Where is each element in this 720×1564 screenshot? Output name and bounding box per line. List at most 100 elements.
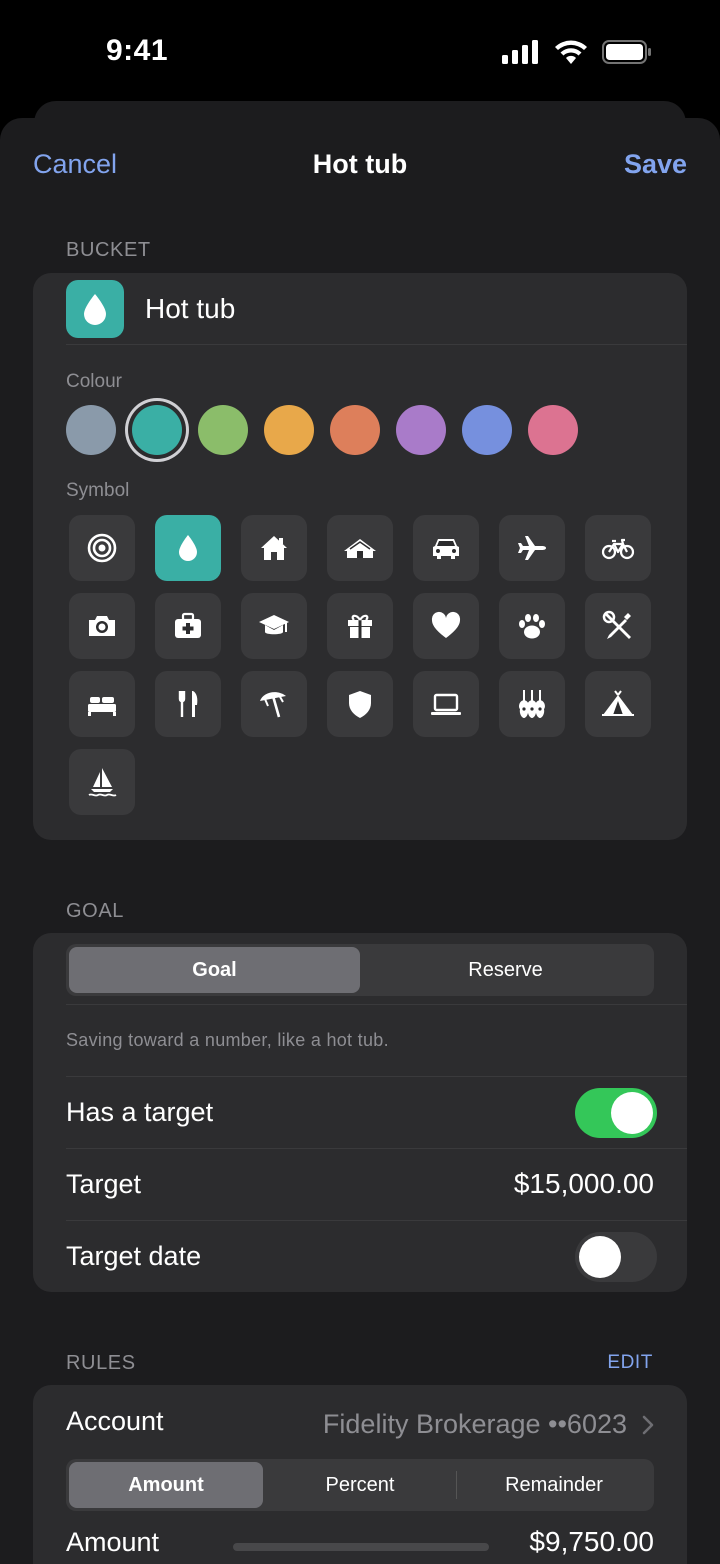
toggle-knob: [611, 1092, 653, 1134]
target-amount[interactable]: $15,000.00: [514, 1168, 654, 1200]
sailboat-icon: [88, 768, 117, 797]
rules-section-label: RULES: [66, 1352, 136, 1374]
segment-separator: [456, 1471, 457, 1499]
goal-description: Saving toward a number, like a hot tub.: [66, 1030, 389, 1050]
segment-amount[interactable]: Amount: [69, 1462, 263, 1508]
colour-swatches: [66, 405, 578, 455]
symbol-shield[interactable]: [327, 671, 393, 737]
colour-swatch-2[interactable]: [132, 405, 182, 455]
tent-icon: [602, 690, 634, 716]
colour-swatch-3[interactable]: [198, 405, 248, 455]
shield-icon: [349, 691, 371, 718]
account-row[interactable]: Account Fidelity Brokerage ••6023: [33, 1385, 687, 1457]
symbol-label: Symbol: [66, 480, 130, 501]
status-time: 9:41: [106, 34, 169, 67]
segment-goal[interactable]: Goal: [69, 947, 360, 993]
account-value: Fidelity Brokerage ••6023: [322, 1409, 627, 1439]
amount-value[interactable]: $9,750.00: [529, 1526, 654, 1558]
symbol-bicycle[interactable]: [585, 515, 651, 581]
cabin-icon: [344, 539, 376, 558]
segment-reserve[interactable]: Reserve: [360, 947, 651, 993]
goal-section-label: GOAL: [66, 900, 124, 922]
status-icons: [502, 40, 652, 64]
colour-swatch-5[interactable]: [330, 405, 380, 455]
amount-slider[interactable]: [233, 1543, 489, 1551]
symbol-guitars[interactable]: [499, 671, 565, 737]
drop-icon: [179, 535, 197, 561]
account-label: Account: [66, 1406, 164, 1436]
symbol-grid: [69, 515, 669, 815]
cellular-signal-icon: [502, 40, 538, 64]
bucket-section-label: BUCKET: [66, 239, 151, 261]
divider: [66, 344, 687, 345]
save-button[interactable]: Save: [624, 149, 687, 180]
goal-card: Goal Reserve Saving toward a number, lik…: [33, 933, 687, 1292]
target-date-toggle[interactable]: [575, 1232, 657, 1282]
heart-icon: [431, 611, 461, 638]
symbol-heart[interactable]: [413, 593, 479, 659]
edit-bucket-sheet: Cancel Hot tub Save BUCKET Hot tub Colou…: [0, 118, 720, 1564]
symbol-sailboat[interactable]: [69, 749, 135, 815]
symbol-gift[interactable]: [327, 593, 393, 659]
has-target-row: Has a target: [33, 1076, 687, 1148]
symbol-laptop[interactable]: [413, 671, 479, 737]
target-date-label: Target date: [66, 1241, 202, 1271]
target-label: Target: [66, 1169, 142, 1199]
bucket-symbol-preview: [66, 280, 124, 338]
wifi-icon: [555, 40, 587, 64]
house-icon: [261, 536, 287, 560]
tools-icon: [602, 610, 631, 639]
drop-icon: [84, 294, 106, 325]
guitars-icon: [519, 690, 545, 718]
beach-umbrella-icon: [260, 692, 286, 718]
colour-swatch-8[interactable]: [528, 405, 578, 455]
target-date-row: Target date: [33, 1220, 687, 1292]
chevron-right-icon: [642, 1415, 654, 1435]
divider: [66, 1004, 687, 1005]
medkit-icon: [175, 612, 201, 638]
symbol-drop[interactable]: [155, 515, 221, 581]
colour-swatch-7[interactable]: [462, 405, 512, 455]
symbol-fork-knife[interactable]: [155, 671, 221, 737]
has-target-toggle[interactable]: [575, 1088, 657, 1138]
bucket-card: Hot tub Colour Symbol: [33, 273, 687, 840]
symbol-house[interactable]: [241, 515, 307, 581]
fork-knife-icon: [178, 691, 198, 717]
nav-bar: Cancel Hot tub Save: [0, 118, 720, 210]
rules-edit-button[interactable]: EDIT: [607, 1352, 653, 1374]
target-icon: [87, 533, 117, 563]
bucket-name-field[interactable]: Hot tub: [145, 293, 235, 325]
segment-remainder[interactable]: Remainder: [457, 1462, 651, 1508]
symbol-medkit[interactable]: [155, 593, 221, 659]
symbol-car[interactable]: [413, 515, 479, 581]
symbol-airplane[interactable]: [499, 515, 565, 581]
laptop-icon: [431, 693, 461, 715]
rules-card: Account Fidelity Brokerage ••6023 Amount…: [33, 1385, 687, 1564]
car-icon: [433, 539, 459, 559]
target-row[interactable]: Target $15,000.00: [33, 1148, 687, 1220]
symbol-camera[interactable]: [69, 593, 135, 659]
goal-type-segmented-control[interactable]: Goal Reserve: [66, 944, 654, 996]
symbol-tent[interactable]: [585, 671, 651, 737]
page-title: Hot tub: [312, 149, 408, 179]
colour-swatch-4[interactable]: [264, 405, 314, 455]
symbol-target[interactable]: [69, 515, 135, 581]
symbol-beach-umbrella[interactable]: [241, 671, 307, 737]
symbol-cabin[interactable]: [327, 515, 393, 581]
bicycle-icon: [601, 538, 635, 560]
paw-icon: [519, 614, 545, 639]
symbol-tools[interactable]: [585, 593, 651, 659]
symbol-paw[interactable]: [499, 593, 565, 659]
graduation-cap-icon: [259, 615, 289, 635]
colour-swatch-1[interactable]: [66, 405, 116, 455]
rule-type-segmented-control[interactable]: Amount Percent Remainder: [66, 1459, 654, 1511]
colour-swatch-6[interactable]: [396, 405, 446, 455]
has-target-label: Has a target: [66, 1097, 214, 1127]
battery-icon: [602, 40, 651, 64]
symbol-graduation-cap[interactable]: [241, 593, 307, 659]
symbol-bed[interactable]: [69, 671, 135, 737]
segment-percent[interactable]: Percent: [263, 1462, 457, 1508]
bucket-name-row[interactable]: Hot tub: [33, 273, 687, 345]
bed-icon: [88, 697, 116, 716]
toggle-knob: [579, 1236, 621, 1278]
